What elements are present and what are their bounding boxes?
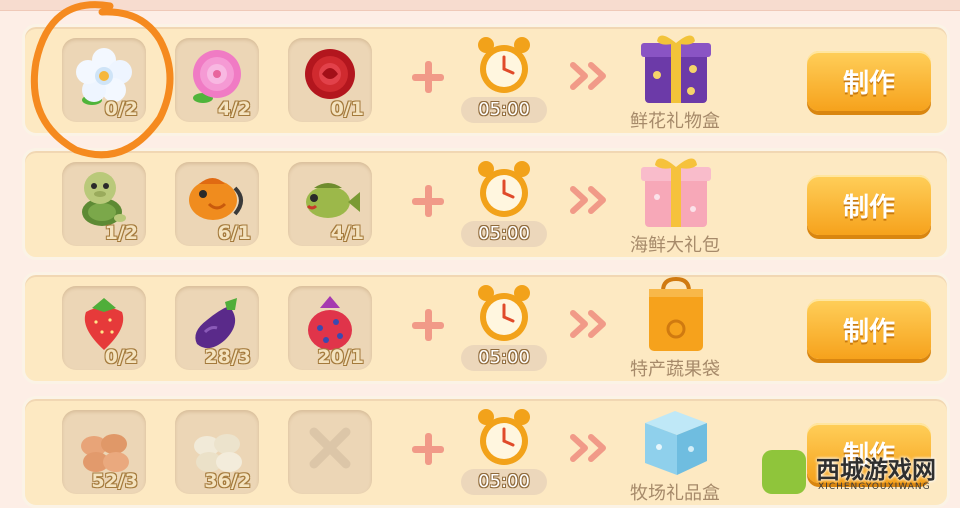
blue-gift-box-icon [645, 411, 707, 475]
ingredient-slot[interactable]: 0/1 [288, 38, 372, 122]
alarm-clock-icon [478, 37, 530, 93]
recipe-row-produce-bag: 0/2 28/3 20/1 05:00 特产蔬果袋 制作 [22, 272, 950, 384]
timer: 05:00 [457, 157, 553, 253]
product: 特产蔬果袋 [615, 275, 735, 383]
product: 牧场礼品盒 [615, 399, 735, 507]
ingredient-count: 52/3 [91, 470, 138, 492]
ingredient-count: 28/3 [204, 346, 251, 368]
timer: 05:00 [457, 33, 553, 129]
product-name: 海鲜大礼包 [630, 235, 720, 256]
purple-gift-box-icon [641, 35, 711, 103]
ingredient-count: 36/2 [204, 470, 251, 492]
ingredient-slot[interactable]: 20/1 [288, 286, 372, 370]
product-name: 特产蔬果袋 [630, 359, 720, 380]
ingredient-slot[interactable]: 0/2 [62, 38, 146, 122]
ingredient-count: 1/2 [104, 222, 138, 244]
ingredient-count: 4/1 [330, 222, 364, 244]
site-logo-icon [762, 450, 806, 494]
double-chevron-right-icon [570, 434, 606, 462]
ingredient-count: 0/1 [330, 98, 364, 120]
ingredient-slot[interactable]: 1/2 [62, 162, 146, 246]
ingredient-count: 0/2 [104, 346, 138, 368]
ingredient-slot[interactable]: 52/3 [62, 410, 146, 494]
recipe-row-flower-gift: 0/2 4/2 0/1 05:00 鲜花礼物盒 制作 [22, 24, 950, 136]
ingredient-count: 20/1 [317, 346, 364, 368]
double-chevron-right-icon [570, 310, 606, 338]
plus-icon [408, 305, 448, 345]
product-name: 牧场礼品盒 [630, 483, 720, 504]
watermark-title: 西城游戏网 [816, 456, 936, 484]
empty-slot-x-icon [309, 427, 351, 469]
orange-bag-icon [649, 277, 703, 351]
craft-time: 05:00 [461, 469, 547, 495]
recipe-row-seafood-gift: 1/2 6/1 4/1 05:00 海鲜大礼包 制作 [22, 148, 950, 260]
alarm-clock-icon [478, 285, 530, 341]
alarm-clock-icon [478, 161, 530, 217]
watermark-logo: 西城游戏网 XICHENGYOUXIWANG [760, 448, 956, 498]
craft-time: 05:00 [461, 97, 547, 123]
product: 海鲜大礼包 [615, 151, 735, 259]
ingredient-count: 4/2 [217, 98, 251, 120]
product: 鲜花礼物盒 [615, 27, 735, 135]
ingredient-count: 6/1 [217, 222, 251, 244]
timer: 05:00 [457, 281, 553, 377]
plus-icon [408, 57, 448, 97]
make-button[interactable]: 制作 [807, 175, 931, 235]
ingredient-slot[interactable]: 4/2 [175, 38, 259, 122]
ingredient-slot[interactable]: 28/3 [175, 286, 259, 370]
ingredient-slot[interactable]: 36/2 [175, 410, 259, 494]
craft-time: 05:00 [461, 221, 547, 247]
alarm-clock-icon [478, 409, 530, 465]
make-button[interactable]: 制作 [807, 51, 931, 111]
plus-icon [408, 429, 448, 469]
ingredient-slot[interactable]: 0/2 [62, 286, 146, 370]
make-button[interactable]: 制作 [807, 299, 931, 359]
craft-time: 05:00 [461, 345, 547, 371]
double-chevron-right-icon [570, 62, 606, 90]
watermark-subtitle: XICHENGYOUXIWANG [818, 482, 931, 492]
recipe-list: 0/2 4/2 0/1 05:00 鲜花礼物盒 制作 1/2 6/1 4/1 0… [0, 0, 960, 508]
ingredient-slot[interactable]: 6/1 [175, 162, 259, 246]
pink-gift-box-icon [641, 158, 711, 227]
double-chevron-right-icon [570, 186, 606, 214]
timer: 05:00 [457, 405, 553, 501]
ingredient-slot [288, 410, 372, 494]
ingredient-slot[interactable]: 4/1 [288, 162, 372, 246]
product-name: 鲜花礼物盒 [630, 111, 720, 132]
plus-icon [408, 181, 448, 221]
ingredient-count: 0/2 [104, 98, 138, 120]
